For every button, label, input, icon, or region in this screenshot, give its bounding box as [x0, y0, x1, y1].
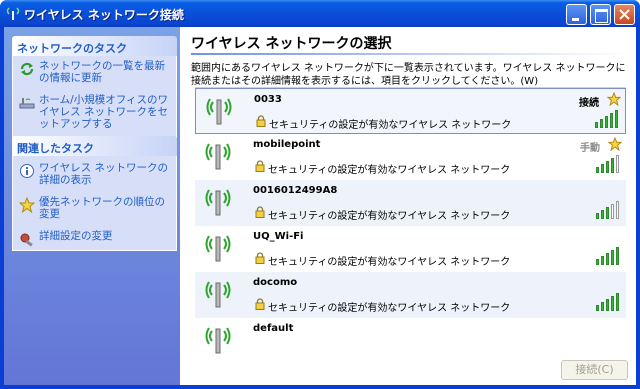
signal-bar	[616, 201, 619, 219]
signal-bar	[616, 155, 619, 173]
network-ssid: mobilepoint	[253, 139, 321, 150]
network-tasks-header: ネットワークのタスク	[12, 36, 177, 56]
lock-icon	[255, 298, 265, 310]
network-item[interactable]: 0016012499A8 セキュリティの設定が有効なワイヤレス ネットワーク	[195, 180, 626, 226]
security-label: セキュリティの設定が有効なワイヤレス ネットワーク	[268, 211, 511, 222]
task-pane: ネットワークのタスク ネットワークの一覧を最新の情報に更新 ホーム/小規模オフィ…	[4, 27, 180, 385]
maximize-button[interactable]	[590, 4, 611, 25]
network-ssid: UQ_Wi-Fi	[253, 231, 304, 242]
network-item[interactable]: 0033 セキュリティの設定が有効なワイヤレス ネットワーク 接続	[195, 88, 626, 134]
wireless-antenna-icon	[205, 143, 231, 170]
signal-bar	[611, 250, 614, 265]
signal-bar	[606, 253, 609, 265]
main-pane: ワイヤレス ネットワークの選択 範囲内にあるワイヤレス ネットワークが下に一覧表…	[180, 27, 636, 385]
wireless-antenna-icon	[206, 98, 232, 125]
related-tasks-box: 関連したタスク ワイヤレス ネットワークの詳細の表示 優先ネットワークの順位の変…	[12, 136, 177, 251]
signal-bar	[616, 247, 619, 265]
network-item[interactable]: UQ_Wi-Fi セキュリティの設定が有効なワイヤレス ネットワーク	[195, 226, 626, 272]
network-ssid: 0016012499A8	[253, 185, 338, 196]
wireless-antenna-icon	[205, 189, 231, 216]
title-divider	[191, 53, 627, 55]
signal-bar	[615, 110, 618, 128]
network-item[interactable]: mobilepoint セキュリティの設定が有効なワイヤレス ネットワーク 手動	[195, 134, 626, 180]
refresh-icon	[20, 62, 34, 76]
close-icon	[619, 9, 630, 20]
setup-wireless-network-link[interactable]: ホーム/小規模オフィスのワイヤレス ネットワークをセットアップする	[19, 94, 172, 130]
preferred-star-icon	[608, 137, 622, 151]
network-ssid: 0033	[254, 94, 282, 105]
settings-icon	[20, 233, 33, 247]
signal-strength-icon	[595, 110, 619, 128]
description-text: 範囲内にあるワイヤレス ネットワークが下に一覧表示されています。ワイヤレス ネッ…	[191, 63, 626, 87]
signal-bar	[611, 296, 614, 311]
signal-bar	[606, 207, 609, 219]
security-label: セキュリティの設定が有効なワイヤレス ネットワーク	[268, 303, 511, 314]
wireless-setup-icon	[19, 98, 35, 109]
signal-bar	[596, 305, 599, 311]
signal-bar	[611, 204, 614, 219]
network-ssid: default	[253, 323, 294, 334]
window-title: ワイヤレス ネットワーク接続	[24, 8, 184, 22]
signal-bar	[605, 116, 608, 128]
related-tasks-header: 関連したタスク	[12, 136, 177, 156]
minimize-button[interactable]	[566, 4, 587, 25]
signal-bar	[596, 167, 599, 173]
client-area: ネットワークのタスク ネットワークの一覧を最新の情報に更新 ホーム/小規模オフィ…	[4, 27, 636, 385]
close-button[interactable]	[614, 4, 635, 25]
signal-bar	[606, 299, 609, 311]
signal-strength-icon	[596, 247, 620, 265]
security-label: セキュリティの設定が有効なワイヤレス ネットワーク	[268, 257, 511, 268]
network-item[interactable]: docomo セキュリティの設定が有効なワイヤレス ネットワーク	[195, 272, 626, 318]
signal-bar	[595, 122, 598, 128]
signal-bar	[596, 213, 599, 219]
network-tasks-box: ネットワークのタスク ネットワークの一覧を最新の情報に更新 ホーム/小規模オフィ…	[12, 36, 177, 139]
connect-button[interactable]: 接続(C)	[561, 360, 628, 380]
change-advanced-settings-link[interactable]: 詳細設定の変更	[19, 230, 172, 247]
wireless-antenna-icon	[205, 281, 231, 308]
signal-bar	[600, 119, 603, 128]
wireless-network-window: ワイヤレス ネットワーク接続 ネットワークのタスク ネットワークの一覧を最新の情…	[0, 0, 640, 389]
signal-bar	[611, 158, 614, 173]
connection-status: 手動	[580, 143, 600, 154]
star-icon	[19, 197, 35, 213]
signal-strength-icon	[596, 155, 620, 173]
wireless-antenna-icon	[205, 327, 231, 354]
preferred-star-icon	[607, 92, 621, 106]
wireless-antenna-icon	[205, 235, 231, 262]
signal-bar	[606, 161, 609, 173]
view-network-details-link[interactable]: ワイヤレス ネットワークの詳細の表示	[19, 162, 172, 186]
signal-bar	[610, 113, 613, 128]
change-preferred-order-link[interactable]: 優先ネットワークの順位の変更	[19, 196, 172, 220]
network-ssid: docomo	[253, 277, 298, 288]
wireless-icon	[6, 7, 20, 20]
signal-strength-icon	[596, 293, 620, 311]
signal-bar	[601, 302, 604, 311]
signal-strength-icon	[596, 201, 620, 219]
lock-icon	[255, 160, 265, 172]
signal-bar	[596, 259, 599, 265]
signal-bar	[601, 210, 604, 219]
title-bar[interactable]: ワイヤレス ネットワーク接続	[0, 0, 640, 27]
signal-bar	[601, 256, 604, 265]
network-item[interactable]: default	[195, 318, 626, 362]
signal-bar	[616, 293, 619, 311]
info-icon	[20, 164, 34, 178]
signal-bar	[601, 164, 604, 173]
refresh-network-list-link[interactable]: ネットワークの一覧を最新の情報に更新	[19, 60, 172, 84]
security-label: セキュリティの設定が有効なワイヤレス ネットワーク	[269, 120, 512, 131]
page-title: ワイヤレス ネットワークの選択	[191, 36, 392, 52]
lock-icon	[256, 115, 266, 127]
lock-icon	[255, 252, 265, 264]
security-label: セキュリティの設定が有効なワイヤレス ネットワーク	[268, 165, 511, 176]
connection-status: 接続	[579, 98, 599, 109]
network-list[interactable]: 0033 セキュリティの設定が有効なワイヤレス ネットワーク 接続 mobilepoi…	[195, 87, 626, 362]
lock-icon	[255, 206, 265, 218]
